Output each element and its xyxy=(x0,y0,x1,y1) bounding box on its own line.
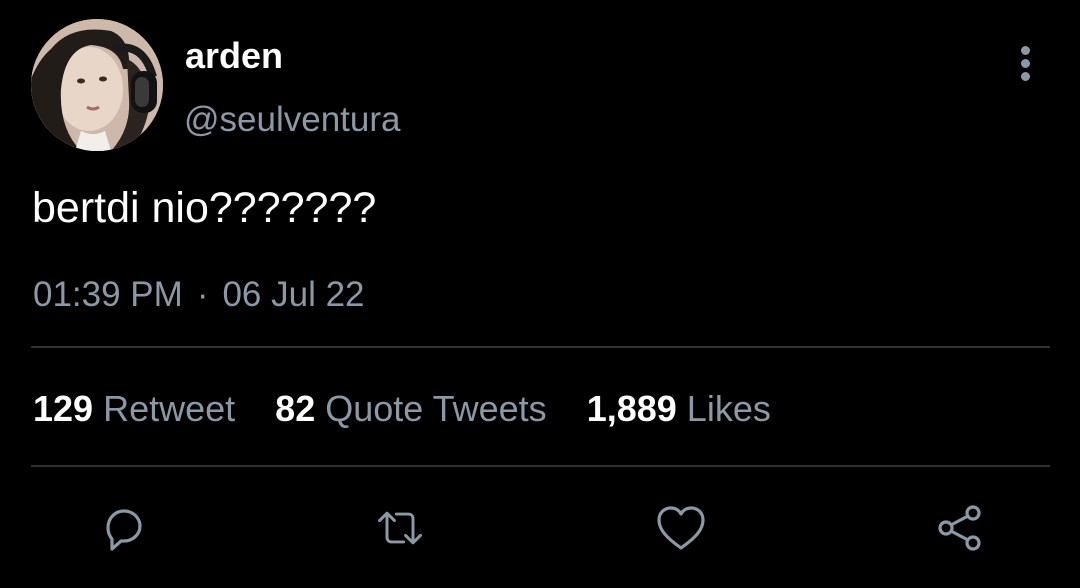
tweet-time: 01:39 PM xyxy=(33,275,183,314)
tweet-date: 06 Jul 22 xyxy=(222,275,365,314)
retweet-button[interactable] xyxy=(374,502,426,554)
avatar[interactable] xyxy=(31,19,163,151)
retweet-label: Retweet xyxy=(103,388,236,429)
like-count: 1,889 xyxy=(586,388,677,429)
user-handle[interactable]: @seulventura xyxy=(184,98,400,142)
tweet-stats: 129 Retweet 82 Quote Tweets 1,889 Likes xyxy=(33,387,801,431)
share-icon xyxy=(938,505,981,551)
meta-separator: · xyxy=(196,275,209,314)
tweet-text: bertdi nio??????? xyxy=(32,184,377,232)
quote-label: Quote Tweets xyxy=(325,388,547,429)
reply-button[interactable] xyxy=(96,502,148,554)
quote-count: 82 xyxy=(275,388,316,429)
quote-stat[interactable]: 82 Quote Tweets xyxy=(275,387,547,431)
divider xyxy=(31,346,1050,348)
display-name[interactable]: arden xyxy=(185,34,283,78)
tweet-detail: arden @seulventura bertdi nio??????? 01:… xyxy=(0,0,1080,588)
divider xyxy=(31,465,1050,467)
retweet-icon xyxy=(378,511,422,545)
retweet-stat[interactable]: 129 Retweet xyxy=(33,387,235,431)
reply-icon xyxy=(106,509,142,551)
like-label: Likes xyxy=(686,388,771,429)
like-button[interactable] xyxy=(655,502,707,554)
retweet-count: 129 xyxy=(33,388,94,429)
share-button[interactable] xyxy=(934,502,986,554)
like-stat[interactable]: 1,889 Likes xyxy=(587,387,771,431)
tweet-timestamp[interactable]: 01:39 PM · 06 Jul 22 xyxy=(33,273,365,317)
more-vertical-icon[interactable] xyxy=(1010,42,1042,84)
heart-icon xyxy=(657,506,705,550)
